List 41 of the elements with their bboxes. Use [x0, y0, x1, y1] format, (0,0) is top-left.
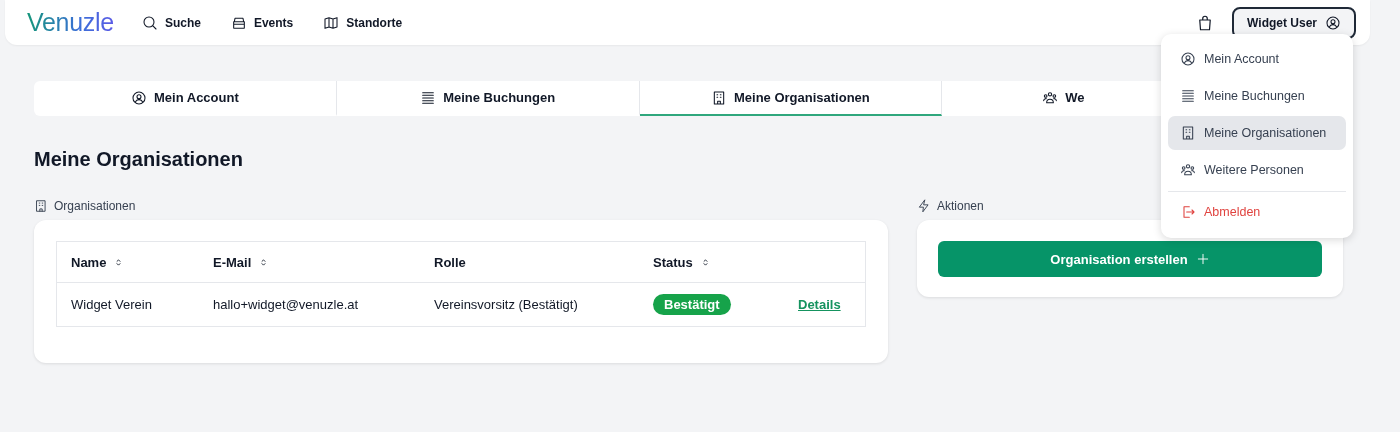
- sort-icon: [700, 257, 710, 267]
- column-header[interactable]: E-Mail: [213, 254, 269, 270]
- sort-icon: [259, 257, 269, 267]
- list-icon: [420, 89, 437, 106]
- table-cell: hallo+widget@venuzle.at: [213, 297, 359, 312]
- section-label: Organisationen: [54, 199, 136, 213]
- menu-item[interactable]: Meine Buchungen: [1168, 79, 1346, 113]
- section-label: Aktionen: [937, 199, 984, 213]
- menu-item[interactable]: Abmelden: [1168, 195, 1346, 229]
- details-link[interactable]: Details: [798, 297, 841, 312]
- user-icon: [1325, 14, 1341, 31]
- column-header[interactable]: Name: [71, 254, 124, 270]
- table-cell: Widget Verein: [71, 297, 152, 312]
- tab[interactable]: Mein Account: [34, 81, 337, 116]
- sort-icon: [114, 257, 124, 267]
- menu-item[interactable]: Meine Organisationen: [1168, 116, 1346, 150]
- user-icon: [1180, 51, 1196, 67]
- map-icon: [323, 14, 340, 31]
- nav-link[interactable]: Standorte: [323, 14, 403, 31]
- page-title: Meine Organisationen: [34, 148, 243, 172]
- column-header: Rolle: [434, 254, 466, 270]
- tab[interactable]: Meine Buchungen: [336, 81, 640, 116]
- create-organization-button[interactable]: Organisation erstellen: [938, 241, 1322, 277]
- status-badge: Bestätigt: [653, 294, 731, 315]
- table-cell: Vereinsvorsitz (Bestätigt): [434, 297, 578, 312]
- column-header[interactable]: Status: [653, 254, 710, 270]
- plus-icon: [1195, 252, 1210, 266]
- logout-icon: [1180, 204, 1196, 220]
- menu-item[interactable]: Mein Account: [1168, 42, 1346, 76]
- people-icon: [1180, 162, 1196, 178]
- building-icon: [34, 199, 48, 213]
- search-icon: [141, 14, 158, 31]
- nav-link[interactable]: Events: [230, 14, 294, 31]
- lightning-icon: [917, 199, 931, 213]
- people-icon: [1042, 89, 1059, 106]
- nav-link[interactable]: Suche: [141, 14, 201, 31]
- user-icon: [131, 89, 147, 106]
- tab[interactable]: Meine Organisationen: [639, 81, 943, 116]
- building-icon: [1180, 125, 1196, 141]
- menu-item[interactable]: Weitere Personen: [1168, 153, 1346, 187]
- list-icon: [1180, 88, 1196, 104]
